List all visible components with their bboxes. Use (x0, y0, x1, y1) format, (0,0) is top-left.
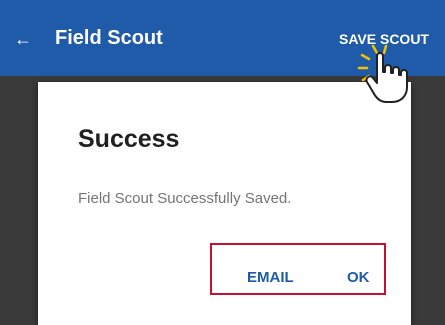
app-title: Field Scout (55, 27, 163, 49)
dialog-message: Field Scout Successfully Saved. (78, 190, 292, 207)
ok-button[interactable]: OK (347, 268, 370, 288)
dialog-title: Success (78, 125, 180, 153)
email-button[interactable]: EMAIL (247, 268, 294, 288)
success-dialog: Success Field Scout Successfully Saved. … (38, 82, 411, 325)
screen: ← Field Scout SAVE SCOUT Success Field S… (0, 0, 445, 325)
hand-pointer-click-icon (357, 44, 408, 103)
arrow-back-icon: ← (14, 29, 32, 49)
back-button[interactable]: ← (12, 28, 34, 50)
